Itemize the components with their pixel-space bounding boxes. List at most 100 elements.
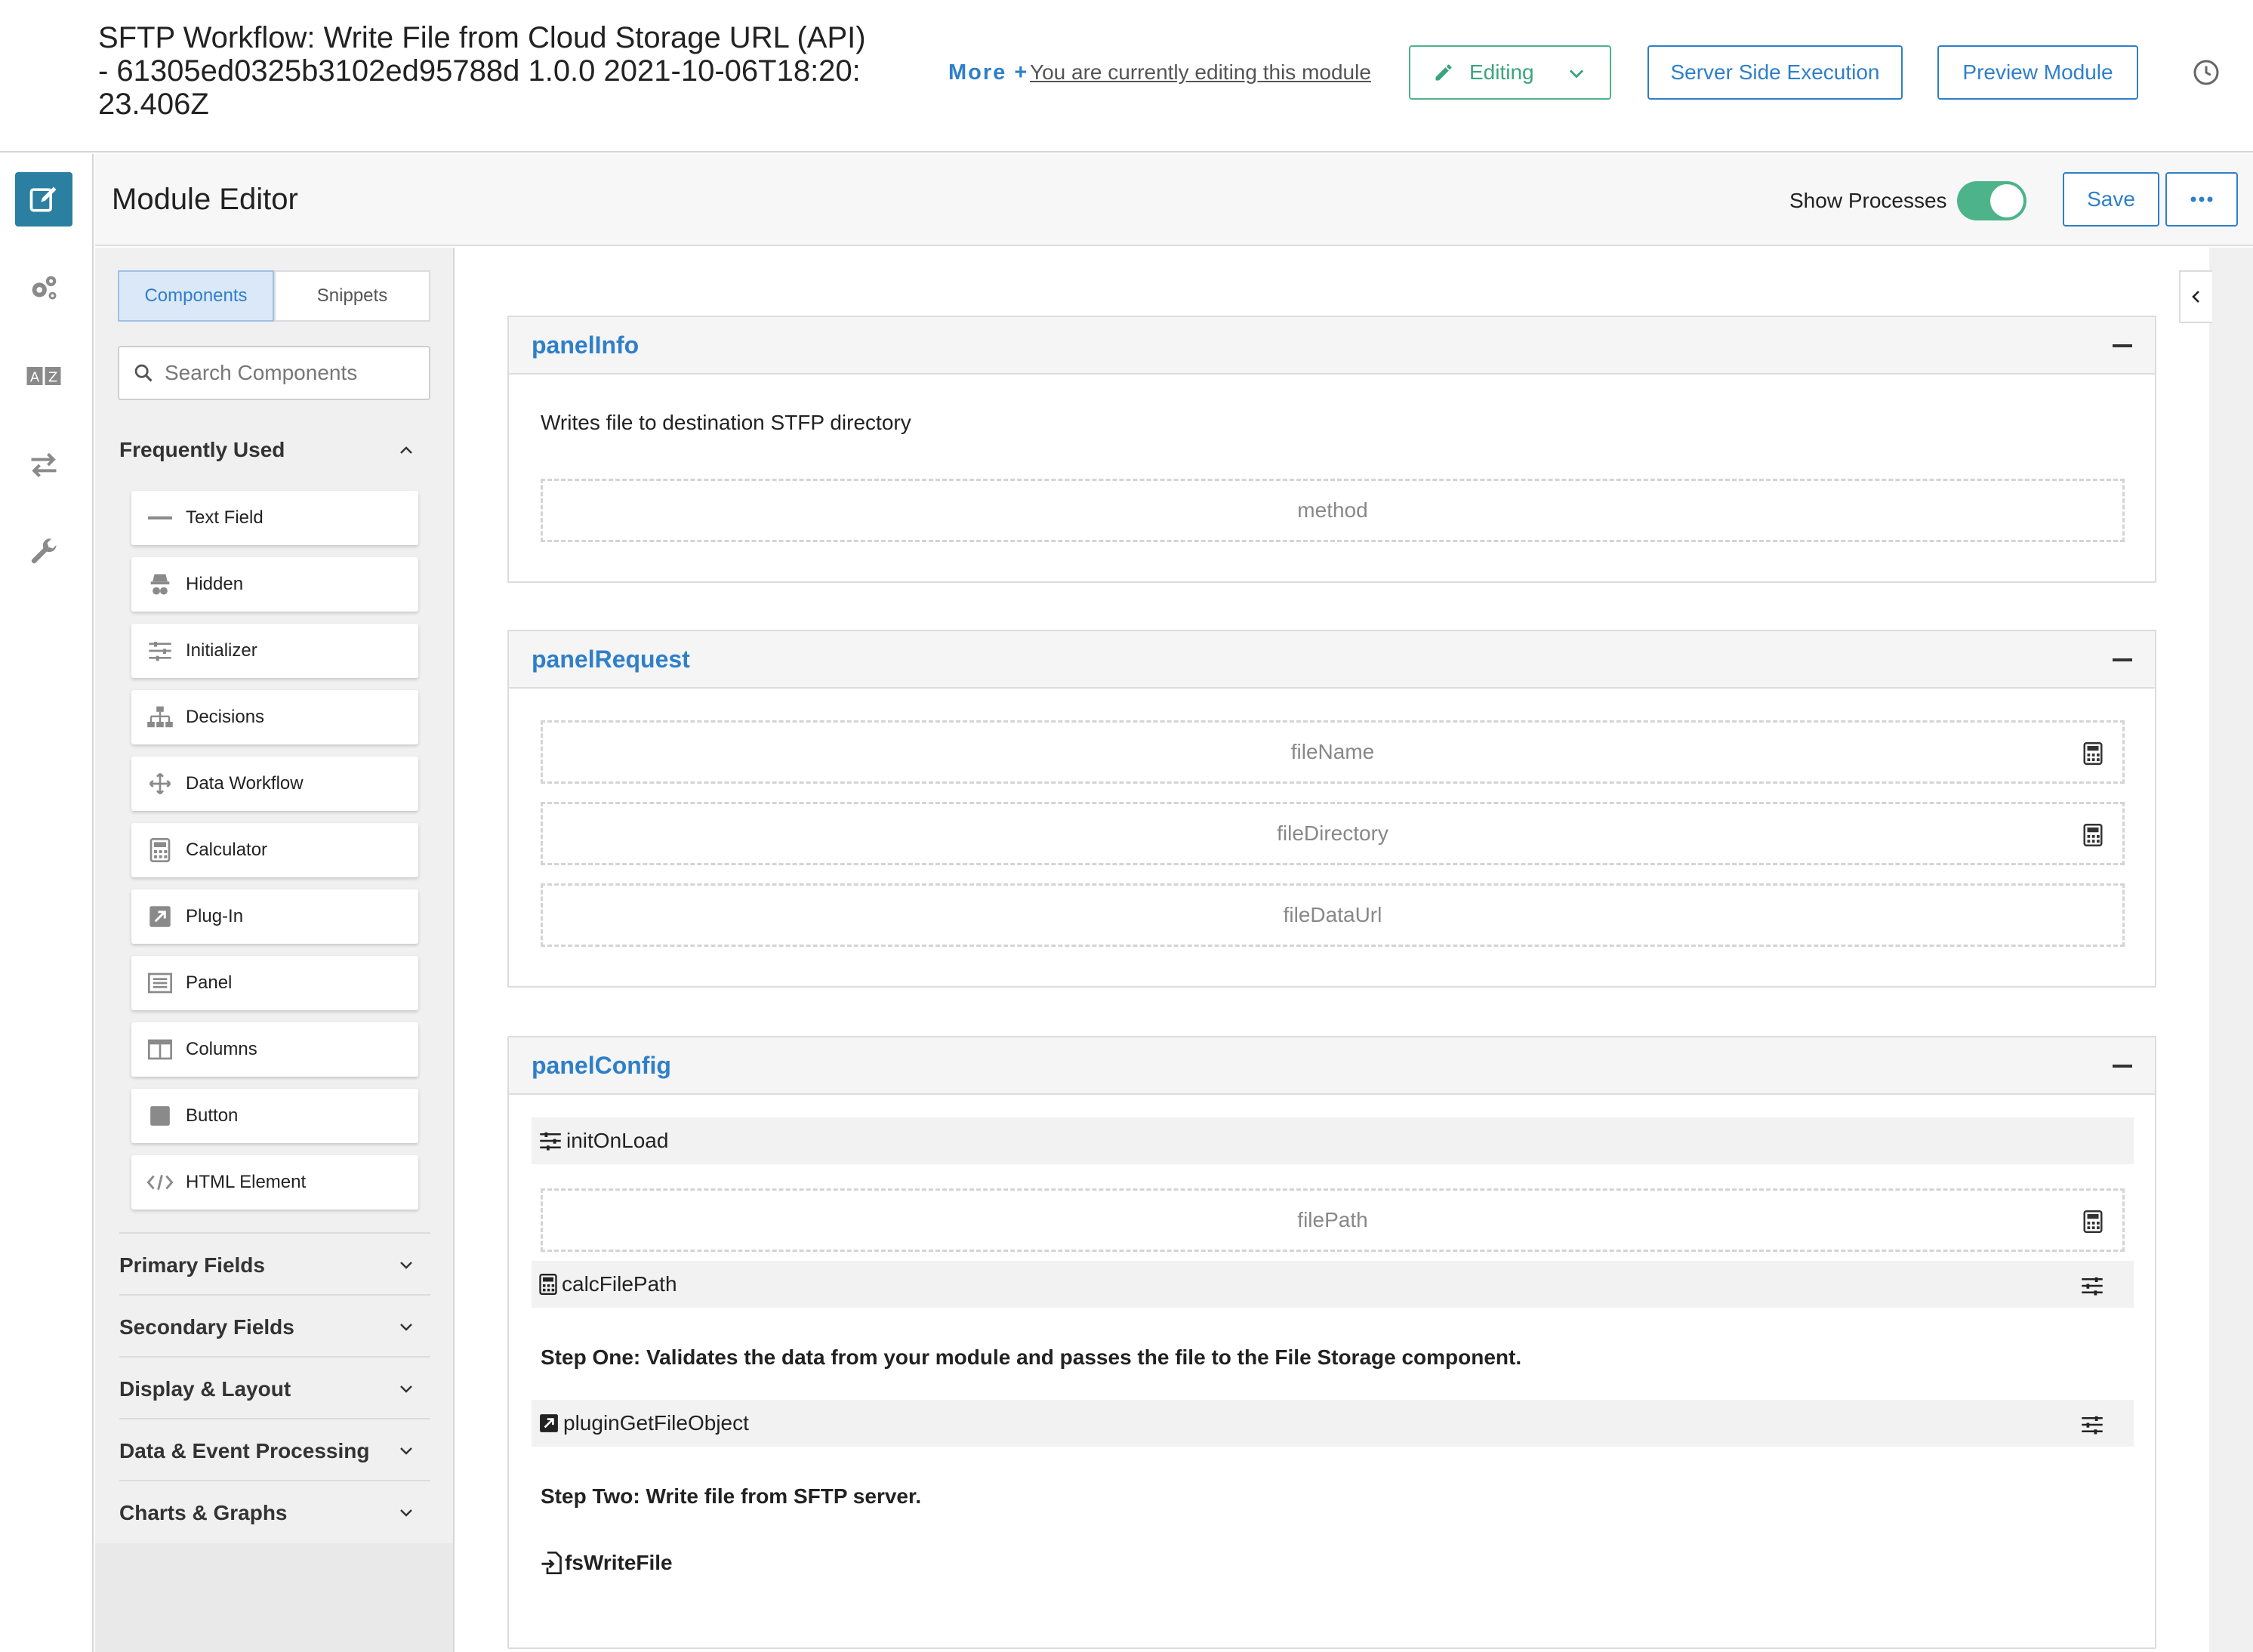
preview-module-button[interactable]: Preview Module <box>1937 45 2138 100</box>
save-button[interactable]: Save <box>2063 172 2159 227</box>
editing-notice-link[interactable]: You are currently editing this module <box>1030 60 1371 85</box>
field-method[interactable]: method <box>541 479 2125 542</box>
panel-config-header[interactable]: panelConfig <box>509 1037 2155 1095</box>
button-icon <box>146 1102 174 1130</box>
group-label: Charts & Graphs <box>119 1501 288 1524</box>
editing-label: Editing <box>1469 60 1534 84</box>
chevron-down-icon <box>396 1380 417 1398</box>
panel-icon <box>146 969 174 997</box>
columns-icon <box>146 1036 174 1063</box>
chevron-down-icon <box>396 1318 417 1336</box>
field-file-name[interactable]: fileName <box>541 720 2125 784</box>
panel-title: panelConfig <box>532 1051 671 1079</box>
group-label: Secondary Fields <box>119 1315 294 1339</box>
sliders-icon[interactable] <box>2081 1276 2104 1296</box>
process-init-on-load[interactable]: initOnLoad <box>532 1117 2134 1164</box>
initializer-icon <box>539 1131 562 1151</box>
ellipsis-icon <box>2190 196 2214 203</box>
search-input[interactable] <box>165 361 421 385</box>
chevron-down-icon <box>396 1504 417 1522</box>
more-options-button[interactable] <box>2165 172 2238 227</box>
collapse-drawer-button[interactable] <box>2179 270 2212 323</box>
rail-translate-button[interactable]: AZ <box>15 349 72 403</box>
panel-request[interactable]: panelRequest fileName fileDirectory file… <box>507 630 2156 988</box>
component-text-field[interactable]: Text Field <box>131 491 418 545</box>
sliders-icon[interactable] <box>2081 1415 2104 1435</box>
show-processes-label: Show Processes <box>1789 189 1947 212</box>
transfer-arrows-icon <box>27 448 60 482</box>
hidden-icon <box>146 571 174 598</box>
calculator-icon <box>2083 742 2103 765</box>
group-divider <box>119 1232 430 1234</box>
plugin-icon <box>539 1413 559 1433</box>
component-label: Calculator <box>186 840 268 860</box>
tab-components[interactable]: Components <box>118 270 274 322</box>
panel-info-description: Writes file to destination STFP director… <box>541 411 911 434</box>
translate-icon: AZ <box>26 365 62 387</box>
component-calculator[interactable]: Calculator <box>131 823 418 877</box>
collapse-minus-icon[interactable] <box>2113 658 2132 661</box>
server-side-execution-button[interactable]: Server Side Execution <box>1647 45 1903 100</box>
component-label: Text Field <box>186 507 264 528</box>
group-primary-fields[interactable]: Primary Fields <box>119 1243 430 1288</box>
group-label: Primary Fields <box>119 1253 265 1277</box>
collapse-minus-icon[interactable] <box>2113 344 2132 347</box>
field-label: filePath <box>1297 1208 1368 1231</box>
panel-title: panelInfo <box>532 331 640 359</box>
group-data-event-processing[interactable]: Data & Event Processing <box>119 1429 430 1474</box>
editing-dropdown[interactable]: Editing <box>1409 45 1611 100</box>
process-label: calcFilePath <box>562 1272 677 1296</box>
component-plugin[interactable]: Plug-In <box>131 889 418 944</box>
group-divider <box>119 1356 430 1358</box>
component-columns[interactable]: Columns <box>131 1022 418 1077</box>
process-label: fsWriteFile <box>565 1551 673 1574</box>
process-fs-write-file[interactable]: fsWriteFile <box>541 1551 673 1575</box>
panel-info[interactable]: panelInfo Writes file to destination STF… <box>507 316 2156 583</box>
search-box <box>118 346 430 400</box>
process-label: pluginGetFileObject <box>563 1411 749 1435</box>
group-divider <box>119 1294 430 1296</box>
component-initializer[interactable]: Initializer <box>131 624 418 678</box>
component-hidden[interactable]: Hidden <box>131 557 418 612</box>
component-label: Plug-In <box>186 906 244 926</box>
right-drawer-strip <box>2209 248 2253 1652</box>
component-button[interactable]: Button <box>131 1089 418 1143</box>
component-data-workflow[interactable]: Data Workflow <box>131 757 418 811</box>
field-label: fileDataUrl <box>1283 903 1382 926</box>
frequently-used-label: Frequently Used <box>119 438 285 461</box>
group-display-layout[interactable]: Display & Layout <box>119 1367 430 1412</box>
panel-config[interactable]: panelConfig initOnLoad filePath calcFile… <box>507 1036 2156 1649</box>
group-divider <box>119 1480 430 1481</box>
frequently-used-header[interactable]: Frequently Used <box>119 427 430 473</box>
group-secondary-fields[interactable]: Secondary Fields <box>119 1305 430 1350</box>
data-workflow-icon <box>146 770 174 797</box>
tab-snippets[interactable]: Snippets <box>274 270 430 322</box>
component-label: Hidden <box>186 574 244 594</box>
component-panel[interactable]: Panel <box>131 956 418 1010</box>
plugin-icon <box>146 903 174 930</box>
process-calc-file-path[interactable]: calcFilePath <box>532 1261 2134 1308</box>
component-label: Columns <box>186 1039 257 1059</box>
field-file-path[interactable]: filePath <box>541 1188 2125 1252</box>
rail-settings-button[interactable] <box>15 261 72 316</box>
file-import-icon <box>541 1552 562 1574</box>
rail-editor-button[interactable] <box>15 172 72 227</box>
rail-tools-button[interactable] <box>15 525 72 580</box>
field-file-directory[interactable]: fileDirectory <box>541 802 2125 865</box>
component-decisions[interactable]: Decisions <box>131 690 418 744</box>
field-file-data-url[interactable]: fileDataUrl <box>541 883 2125 947</box>
left-nav-rail: AZ <box>0 154 94 1652</box>
chevron-left-icon <box>2187 286 2205 307</box>
collapse-minus-icon[interactable] <box>2113 1065 2132 1068</box>
show-processes-toggle[interactable] <box>1957 181 2026 220</box>
component-html-element[interactable]: HTML Element <box>131 1155 418 1210</box>
process-plugin-get-file-object[interactable]: pluginGetFileObject <box>532 1400 2134 1447</box>
rail-transfer-button[interactable] <box>15 438 72 492</box>
panel-request-header[interactable]: panelRequest <box>509 631 2155 689</box>
panel-info-header[interactable]: panelInfo <box>509 317 2155 374</box>
sidebar-footer-area <box>95 1543 453 1652</box>
group-charts-graphs[interactable]: Charts & Graphs <box>119 1490 430 1536</box>
more-link[interactable]: More + <box>948 60 1028 85</box>
history-button[interactable] <box>2179 45 2233 100</box>
field-label: method <box>1297 498 1368 522</box>
